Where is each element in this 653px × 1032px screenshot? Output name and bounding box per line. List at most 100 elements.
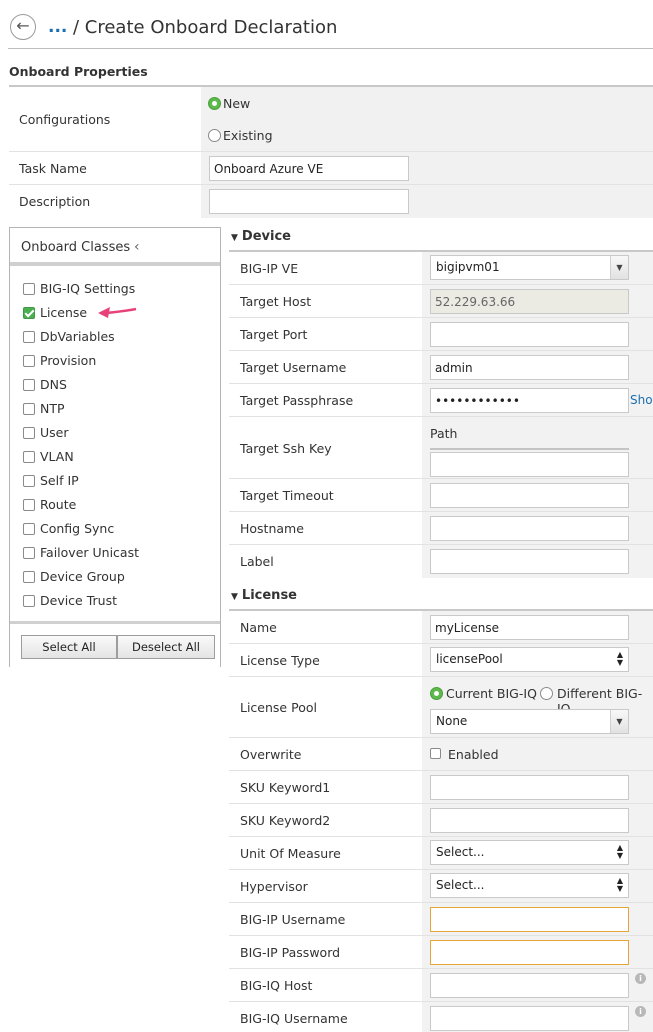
hypervisor-row: Hypervisor Select... ▲ ▼ (229, 870, 653, 903)
unit-of-measure-value: Select... (436, 845, 485, 859)
class-label: Device Group (40, 569, 125, 584)
overwrite-checkbox[interactable] (430, 748, 441, 759)
target-port-label: Target Port (240, 327, 308, 342)
task-name-label: Task Name (19, 161, 87, 176)
class-label: Provision (40, 353, 97, 368)
target-host-label: Target Host (240, 294, 312, 309)
license-type-value: licensePool (436, 652, 503, 666)
license-pool-select[interactable]: None ▼ (430, 709, 629, 734)
unit-of-measure-select[interactable]: Select... ▲ ▼ (430, 840, 629, 865)
sku-keyword1-row: SKU Keyword1 (229, 771, 653, 804)
bigiq-host-input[interactable] (430, 973, 629, 998)
hypervisor-select[interactable]: Select... ▲ ▼ (430, 873, 629, 898)
bigip-password-input[interactable] (430, 940, 629, 965)
sku-keyword2-input[interactable] (430, 808, 629, 833)
description-input[interactable] (209, 189, 409, 214)
onboard-classes-panel: Onboard Classes ‹ BIG-IQ Settings License… (9, 227, 221, 667)
arrow-left-icon: ← (16, 16, 30, 35)
class-checkbox[interactable] (23, 451, 35, 463)
device-section-title: Device (241, 229, 291, 244)
license-name-label: Name (240, 620, 277, 635)
target-timeout-row: Target Timeout (229, 479, 653, 512)
class-checkbox[interactable] (23, 403, 35, 415)
target-passphrase-input[interactable] (430, 388, 629, 413)
bigip-ve-label: BIG-IP VE (240, 261, 299, 276)
dropdown-arrow-icon: ▼ (610, 256, 628, 279)
info-icon[interactable]: i (635, 1006, 646, 1017)
label-input[interactable] (430, 549, 629, 574)
class-checkbox[interactable] (23, 307, 35, 319)
target-username-input[interactable] (430, 355, 629, 380)
header-divider (8, 48, 653, 49)
sku-keyword1-input[interactable] (430, 775, 629, 800)
target-passphrase-row: Target Passphrase Show (229, 384, 653, 417)
sku-keyword2-row: SKU Keyword2 (229, 804, 653, 837)
caret-down-icon: ▼ (231, 233, 238, 243)
bigip-username-input[interactable] (430, 907, 629, 932)
class-checkbox[interactable] (23, 355, 35, 367)
bigiq-username-row: BIG-IQ Username i (229, 1002, 653, 1032)
configurations-row: Configurations New Existing (9, 87, 653, 152)
bigip-password-row: BIG-IP Password (229, 936, 653, 969)
onboard-classes-footer: Select All Deselect All (10, 621, 220, 667)
target-passphrase-label: Target Passphrase (240, 393, 354, 408)
class-label: BIG-IQ Settings (40, 281, 136, 296)
bigiq-username-label: BIG-IQ Username (240, 1011, 348, 1026)
bigip-ve-select[interactable]: bigipvm01 ▼ (430, 255, 629, 280)
target-port-input[interactable] (430, 322, 629, 347)
bigip-username-row: BIG-IP Username (229, 903, 653, 936)
current-bigiq-label: Current BIG-IQ (446, 686, 537, 701)
device-section-toggle[interactable]: ▼ Device (231, 229, 291, 244)
bigiq-username-input[interactable] (430, 1006, 629, 1031)
deselect-all-button[interactable]: Deselect All (117, 635, 215, 659)
config-existing-label: Existing (223, 128, 273, 143)
different-bigiq-radio[interactable] (540, 687, 553, 700)
license-pool-row: License Pool Current BIG-IQ Different BI… (229, 677, 653, 738)
target-timeout-input[interactable] (430, 483, 629, 508)
license-name-row: Name (229, 611, 653, 644)
page-title: / Create Onboard Declaration (73, 17, 338, 38)
unit-of-measure-row: Unit Of Measure Select... ▲ ▼ (229, 837, 653, 870)
license-name-input[interactable] (430, 615, 629, 640)
class-checkbox[interactable] (23, 331, 35, 343)
class-checkbox[interactable] (23, 379, 35, 391)
collapse-chevron-icon[interactable]: ‹ (134, 239, 140, 255)
updown-arrows-icon: ▲ ▼ (616, 876, 623, 893)
class-label: Device Trust (40, 593, 117, 608)
task-name-input[interactable] (209, 156, 409, 181)
license-type-select[interactable]: licensePool ▲ ▼ (430, 647, 629, 672)
info-icon[interactable]: i (635, 973, 646, 984)
license-pool-value: None (436, 714, 468, 728)
bigiq-host-label: BIG-IQ Host (240, 978, 313, 993)
class-checkbox[interactable] (23, 571, 35, 583)
path-divider (430, 448, 629, 450)
target-username-row: Target Username (229, 351, 653, 384)
class-checkbox[interactable] (23, 427, 35, 439)
class-checkbox[interactable] (23, 475, 35, 487)
target-host-input (430, 289, 629, 314)
target-ssh-key-label: Target Ssh Key (240, 441, 332, 456)
class-checkbox[interactable] (23, 523, 35, 535)
class-checkbox[interactable] (23, 547, 35, 559)
ssh-key-path-input[interactable] (430, 452, 629, 477)
license-section-toggle[interactable]: ▼ License (231, 588, 297, 603)
bigip-password-label: BIG-IP Password (240, 945, 341, 960)
config-existing-radio[interactable] (208, 129, 221, 142)
current-bigiq-radio[interactable] (430, 687, 443, 700)
select-all-button[interactable]: Select All (21, 635, 117, 659)
class-label: Failover Unicast (40, 545, 139, 560)
hostname-input[interactable] (430, 516, 629, 541)
caret-down-icon: ▼ (231, 592, 238, 602)
target-ssh-key-row: Target Ssh Key Path (229, 417, 653, 479)
back-button[interactable]: ← (10, 14, 36, 40)
class-checkbox[interactable] (23, 499, 35, 511)
class-checkbox[interactable] (23, 595, 35, 607)
target-timeout-label: Target Timeout (240, 488, 334, 503)
sku-keyword2-label: SKU Keyword2 (240, 813, 331, 828)
class-checkbox[interactable] (23, 283, 35, 295)
class-label: Config Sync (40, 521, 115, 536)
dropdown-arrow-icon: ▼ (610, 710, 628, 733)
show-passphrase-link[interactable]: Show (630, 393, 653, 407)
breadcrumb-ellipsis[interactable]: ... (48, 17, 67, 37)
config-new-radio[interactable] (208, 97, 221, 110)
